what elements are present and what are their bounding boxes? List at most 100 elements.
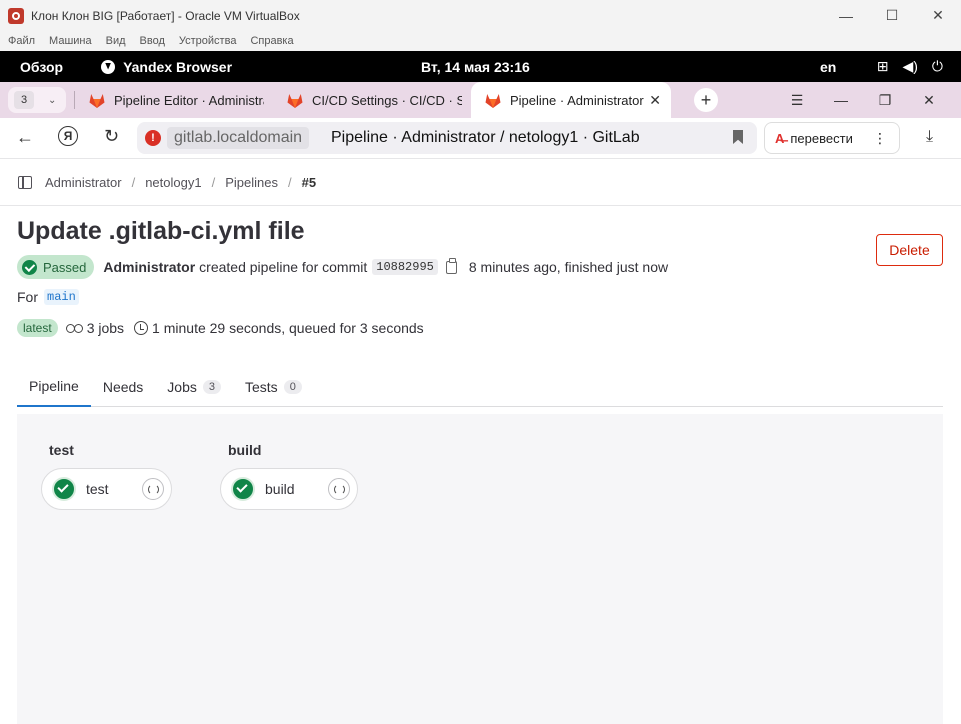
tab-title: Pipeline · Administrator: [510, 92, 644, 108]
tab-cicd-settings[interactable]: CI/CD Settings · CI/CD · Settings: [273, 82, 471, 118]
bookmark-icon[interactable]: [733, 130, 743, 144]
tab-pipeline[interactable]: Pipeline · Administrator ✕: [471, 82, 671, 118]
menu-view[interactable]: Вид: [106, 35, 126, 47]
url-page-title: Pipeline · Administrator / netology1 · G…: [331, 129, 640, 146]
breadcrumb-separator: /: [211, 174, 216, 190]
browser-menu-icon[interactable]: ☰: [775, 92, 819, 109]
maximize-button[interactable]: ☐: [869, 0, 915, 31]
translate-button[interactable]: A̶ перевести ⋮: [764, 122, 900, 154]
check-circle-icon: [22, 259, 37, 275]
job-success-icon: [52, 477, 76, 501]
url-field[interactable]: ! gitlab.localdomain Pipeline · Administ…: [137, 122, 757, 154]
for-label: For: [17, 289, 38, 305]
tab-pipeline-graph[interactable]: Pipeline: [17, 366, 91, 407]
pipeline-tabs: Pipeline Needs Jobs 3 Tests 0: [17, 366, 943, 407]
status-badge[interactable]: Passed: [17, 255, 95, 279]
author-link[interactable]: Administrator: [103, 259, 195, 275]
tab-label: Tests: [245, 378, 278, 395]
jobs-count-text: 3 jobs: [86, 320, 125, 336]
gitlab-favicon-icon: [287, 93, 303, 108]
power-icon: ⏻: [931, 58, 943, 74]
breadcrumb-separator: /: [131, 174, 136, 190]
breadcrumb: Administrator / netology1 / Pipelines / …: [0, 158, 961, 206]
copy-icon[interactable]: [445, 257, 457, 274]
job-name: test: [86, 481, 109, 497]
download-icon[interactable]: ⤓: [926, 128, 933, 146]
retry-icon[interactable]: [142, 478, 164, 500]
network-icon: ⊞: [876, 58, 889, 74]
job-test[interactable]: test: [41, 468, 172, 510]
commit-sha-link[interactable]: 10882995: [372, 259, 438, 275]
volume-icon: ◀): [902, 58, 918, 74]
tab-title: CI/CD Settings · CI/CD · Settings: [312, 92, 462, 108]
breadcrumb-separator: /: [287, 174, 292, 190]
menu-machine[interactable]: Машина: [49, 35, 92, 47]
browser-restore-icon[interactable]: ❐: [863, 92, 907, 109]
app-name: Yandex Browser: [123, 58, 233, 75]
job-success-icon: [231, 477, 255, 501]
browser-close-icon[interactable]: ✕: [907, 92, 951, 109]
tab-group-button[interactable]: 3 ⌄: [8, 87, 66, 113]
yandex-browser-icon: [101, 59, 116, 74]
pipeline-graph: test test build build: [17, 414, 943, 724]
time-text: 8 minutes ago, finished just now: [468, 259, 669, 275]
app-menu[interactable]: Yandex Browser: [101, 59, 232, 75]
pipeline-icon: [65, 323, 83, 333]
page-title: Update .gitlab-ci.yml file: [17, 217, 305, 245]
breadcrumb-item-administrator[interactable]: Administrator: [45, 175, 122, 190]
back-arrow-icon[interactable]: ←: [16, 127, 34, 148]
job-name: build: [265, 481, 295, 497]
breadcrumb-item-pipelines[interactable]: Pipelines: [225, 175, 278, 190]
status-label: Passed: [43, 259, 87, 275]
breadcrumb-item-project[interactable]: netology1: [145, 175, 201, 190]
branch-link[interactable]: main: [44, 289, 79, 305]
tab-title: Pipeline Editor · Administrator: [114, 92, 264, 108]
tab-pipeline-editor[interactable]: Pipeline Editor · Administrator: [75, 82, 273, 118]
reload-icon[interactable]: ↻: [104, 126, 119, 147]
insecure-warning-icon[interactable]: !: [145, 130, 161, 146]
url-domain: gitlab.localdomain: [167, 127, 310, 149]
delete-button[interactable]: Delete: [876, 234, 943, 266]
tab-count-badge: 3: [202, 379, 221, 394]
keyboard-layout[interactable]: en: [820, 59, 836, 75]
more-options-icon[interactable]: ⋮: [873, 130, 887, 147]
duration-text: 1 minute 29 seconds, queued for 3 second…: [152, 320, 424, 336]
breadcrumb-item-current[interactable]: #5: [302, 175, 316, 190]
pipeline-stats: latest 3 jobs 1 minute 29 seconds, queue…: [17, 319, 424, 337]
menu-file[interactable]: Файл: [8, 35, 35, 47]
menu-devices[interactable]: Устройства: [179, 35, 237, 47]
browser-tab-bar: 3 ⌄ Pipeline Editor · Administrator CI/C…: [0, 82, 961, 118]
activities-button[interactable]: Обзор: [20, 59, 63, 75]
minimize-button[interactable]: —: [823, 0, 869, 31]
job-build[interactable]: build: [220, 468, 358, 510]
tab-jobs[interactable]: Jobs 3: [155, 366, 233, 407]
branch-row: For main: [17, 289, 79, 305]
tab-label: Pipeline: [29, 377, 79, 394]
close-button[interactable]: ✕: [915, 0, 961, 31]
retry-icon[interactable]: [328, 478, 350, 500]
close-tab-icon[interactable]: ✕: [649, 92, 661, 109]
tab-needs[interactable]: Needs: [91, 366, 155, 407]
browser-minimize-icon[interactable]: —: [819, 92, 863, 109]
tab-tests[interactable]: Tests 0: [233, 366, 314, 407]
stage-title-test: test: [49, 442, 74, 458]
gnome-top-bar: Обзор Yandex Browser Вт, 14 мая 23:16 en…: [0, 51, 961, 82]
yandex-home-icon[interactable]: Я: [58, 126, 78, 146]
vbox-window-title: Клон Клон BIG [Работает] - Oracle VM Vir…: [31, 8, 300, 23]
tab-label: Needs: [102, 378, 144, 395]
clock[interactable]: Вт, 14 мая 23:16: [421, 59, 530, 75]
menu-help[interactable]: Справка: [250, 35, 293, 47]
stage-title-build: build: [228, 442, 262, 458]
gitlab-favicon-icon: [485, 93, 501, 108]
chevron-down-icon: ⌄: [48, 94, 57, 106]
sidebar-toggle-icon[interactable]: [18, 176, 32, 189]
system-tray[interactable]: ⊞ ◀) ⏻: [877, 58, 943, 75]
tab-count-badge: 3: [14, 91, 34, 109]
translate-label: перевести: [790, 130, 853, 146]
latest-badge: latest: [17, 319, 58, 337]
new-tab-button[interactable]: +: [694, 88, 718, 112]
pipeline-meta: Passed Administrator created pipeline fo…: [17, 255, 668, 279]
gitlab-favicon-icon: [89, 93, 105, 108]
menu-input[interactable]: Ввод: [140, 35, 165, 47]
clock-icon: [134, 321, 149, 335]
